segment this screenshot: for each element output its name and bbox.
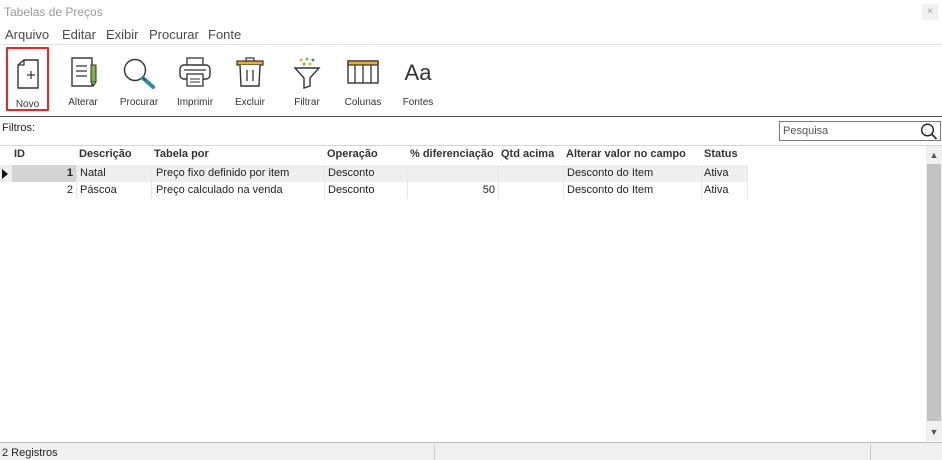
close-button[interactable]: × bbox=[922, 4, 938, 20]
menu-fonte[interactable]: Fonte bbox=[208, 27, 241, 42]
cell-descricao: Natal bbox=[80, 167, 106, 179]
columns-button[interactable]: Colunas bbox=[340, 47, 386, 111]
cell-tabela-por: Preço calculado na venda bbox=[156, 184, 283, 196]
column-header-descricao[interactable]: Descrição bbox=[79, 148, 132, 164]
menu-exibir[interactable]: Exibir bbox=[106, 27, 139, 42]
scroll-down-arrow-icon[interactable]: ▼ bbox=[926, 425, 942, 439]
cell-divider bbox=[498, 182, 499, 199]
search-box[interactable]: Pesquisa bbox=[779, 121, 941, 141]
status-bar: 2 Registros bbox=[0, 442, 942, 460]
column-header-qtd-acima[interactable]: Qtd acima bbox=[501, 148, 554, 164]
status-divider bbox=[870, 445, 871, 460]
cell-divider bbox=[563, 182, 564, 199]
filter-label: Filtrar bbox=[294, 97, 320, 108]
filters-label: Filtros: bbox=[2, 122, 35, 134]
cell-descricao: Páscoa bbox=[80, 184, 117, 196]
printer-icon bbox=[178, 57, 212, 90]
status-divider bbox=[434, 445, 435, 460]
column-header-tabela-por[interactable]: Tabela por bbox=[154, 148, 209, 164]
filter-button[interactable]: Filtrar bbox=[286, 47, 328, 111]
fonts-glyph: Aa bbox=[404, 60, 432, 85]
new-label: Novo bbox=[15, 99, 40, 110]
delete-button[interactable]: Excluir bbox=[229, 47, 271, 111]
fonts-button[interactable]: Aa Fontes bbox=[397, 47, 439, 111]
cell-divider bbox=[701, 182, 702, 199]
edit-button[interactable]: Alterar bbox=[62, 47, 104, 111]
table-row[interactable]: 2 Páscoa Preço calculado na venda Descon… bbox=[0, 182, 748, 199]
cell-divider bbox=[151, 182, 152, 199]
edit-label: Alterar bbox=[68, 97, 98, 108]
delete-label: Excluir bbox=[234, 97, 265, 108]
menu-editar[interactable]: Editar bbox=[62, 27, 96, 42]
fonts-icon: Aa bbox=[405, 60, 432, 86]
cell-status: Ativa bbox=[704, 184, 729, 196]
vertical-scrollbar[interactable]: ▲ ▼ bbox=[926, 146, 942, 441]
search-label: Procurar bbox=[119, 97, 159, 108]
window-title: Tabelas de Preços bbox=[4, 5, 103, 19]
data-grid: ID Descrição Tabela por Operação % difer… bbox=[0, 146, 926, 441]
cell-operacao: Desconto bbox=[328, 184, 375, 196]
cell-divider bbox=[498, 165, 499, 182]
cell-alterar-valor: Desconto do Item bbox=[567, 167, 654, 179]
funnel-icon bbox=[293, 57, 321, 92]
menu-bar: Arquivo Editar Exibir Procurar Fonte bbox=[0, 25, 942, 43]
cell-id: 2 bbox=[66, 184, 73, 196]
columns-label: Colunas bbox=[344, 97, 382, 108]
cell-status: Ativa bbox=[704, 167, 729, 179]
column-header-operacao[interactable]: Operação bbox=[327, 148, 378, 164]
table-row[interactable]: 1 Natal Preço fixo definido por item Des… bbox=[0, 165, 748, 182]
column-header-alterar-valor[interactable]: Alterar valor no campo bbox=[566, 148, 686, 164]
columns-icon bbox=[347, 57, 379, 88]
column-header-id[interactable]: ID bbox=[14, 148, 25, 164]
menu-arquivo[interactable]: Arquivo bbox=[5, 27, 49, 42]
scroll-up-arrow-icon[interactable]: ▲ bbox=[926, 148, 942, 162]
cell-divider bbox=[76, 165, 77, 182]
cell-divider bbox=[76, 182, 77, 199]
toolbar: Novo Alterar Procurar Imprimir Excluir F… bbox=[0, 45, 942, 115]
cell-divider bbox=[407, 165, 408, 182]
cell-divider bbox=[701, 165, 702, 182]
search-icon[interactable] bbox=[920, 123, 938, 143]
cell-divider bbox=[563, 165, 564, 182]
current-row-indicator bbox=[2, 169, 8, 179]
search-input[interactable]: Pesquisa bbox=[783, 125, 828, 137]
menu-procurar[interactable]: Procurar bbox=[149, 27, 199, 42]
cell-divider bbox=[324, 165, 325, 182]
fonts-label: Fontes bbox=[402, 97, 434, 108]
record-count: 2 Registros bbox=[2, 447, 58, 459]
cell-alterar-valor: Desconto do Item bbox=[567, 184, 654, 196]
cell-divider bbox=[324, 182, 325, 199]
column-header-status[interactable]: Status bbox=[704, 148, 738, 164]
cell-operacao: Desconto bbox=[328, 167, 375, 179]
print-button[interactable]: Imprimir bbox=[174, 47, 216, 111]
title-bar: Tabelas de Preços × bbox=[0, 0, 942, 24]
edit-document-icon bbox=[68, 57, 98, 90]
cell-tabela-por: Preço fixo definido por item bbox=[156, 167, 290, 179]
cell-diferenciacao: 50 bbox=[482, 184, 495, 196]
cell-divider bbox=[747, 165, 748, 182]
trash-icon bbox=[235, 57, 265, 90]
column-header-diferenciacao[interactable]: % diferenciação bbox=[410, 148, 494, 164]
filter-bar: Filtros: Pesquisa bbox=[0, 117, 942, 145]
new-button[interactable]: Novo bbox=[6, 47, 49, 111]
search-button[interactable]: Procurar bbox=[117, 47, 161, 111]
cell-id: 1 bbox=[66, 167, 73, 179]
new-document-icon bbox=[16, 59, 40, 92]
print-label: Imprimir bbox=[176, 97, 214, 108]
cell-divider bbox=[747, 182, 748, 199]
magnifier-icon bbox=[122, 57, 156, 92]
scrollbar-thumb[interactable] bbox=[927, 164, 941, 421]
cell-divider bbox=[151, 165, 152, 182]
